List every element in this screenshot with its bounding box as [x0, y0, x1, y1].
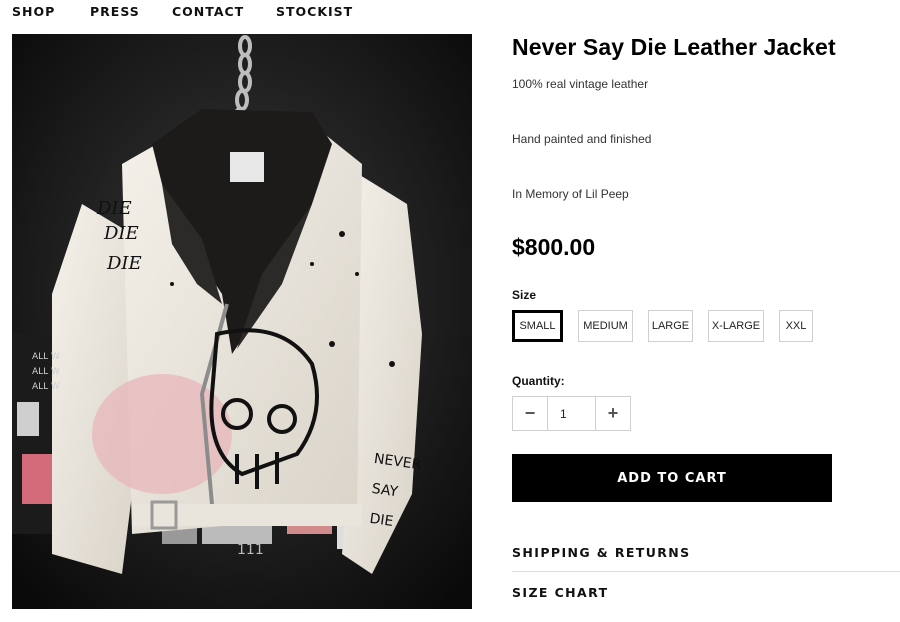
product-image[interactable]: DIE DIE DIE NEVER SAY DIE ALL W ALL W AL… — [12, 34, 472, 609]
product-title: Never Say Die Leather Jacket — [512, 34, 836, 60]
jacket-text-die-4: DIE — [369, 511, 395, 530]
add-to-cart-button[interactable]: ADD TO CART — [512, 454, 832, 502]
nav-stockist[interactable]: STOCKIST — [276, 4, 353, 19]
size-label: Size — [512, 288, 537, 302]
quantity-input[interactable] — [548, 397, 595, 430]
shipping-returns-toggle[interactable]: SHIPPING & RETURNS — [512, 545, 691, 560]
minus-icon[interactable]: − — [513, 397, 548, 430]
product-description-1: 100% real vintage leather — [512, 77, 649, 91]
size-option-large[interactable]: LARGE — [648, 310, 693, 342]
nav-press[interactable]: PRESS — [90, 4, 140, 19]
size-option-small[interactable]: SMALL — [512, 310, 563, 342]
nav-contact[interactable]: CONTACT — [172, 4, 244, 19]
jacket-text-111: 111 — [237, 542, 264, 558]
jacket-illustration: DIE DIE DIE NEVER SAY DIE ALL W ALL W AL… — [12, 34, 472, 609]
size-option-medium[interactable]: MEDIUM — [578, 310, 633, 342]
jacket-text-die-3: DIE — [106, 253, 142, 274]
jacket-text-die-2: DIE — [103, 223, 139, 244]
product-description-3: In Memory of Lil Peep — [512, 187, 629, 201]
plus-icon[interactable]: + — [595, 397, 630, 430]
accordion-divider — [512, 571, 900, 572]
jacket-text-die-1: DIE — [96, 198, 132, 219]
wall-text-3: ALL W — [32, 382, 60, 392]
size-option-xxl[interactable]: XXL — [779, 310, 813, 342]
product-description-2: Hand painted and finished — [512, 132, 652, 146]
quantity-stepper: − + — [512, 396, 631, 431]
nav-shop[interactable]: SHOP — [12, 4, 55, 19]
wall-text-2: ALL W — [32, 367, 60, 377]
quantity-label: Quantity: — [512, 374, 565, 388]
size-chart-toggle[interactable]: SIZE CHART — [512, 585, 609, 600]
size-option-x-large[interactable]: X-LARGE — [708, 310, 764, 342]
product-price: $800.00 — [512, 234, 596, 260]
wall-text-1: ALL W — [32, 352, 60, 362]
